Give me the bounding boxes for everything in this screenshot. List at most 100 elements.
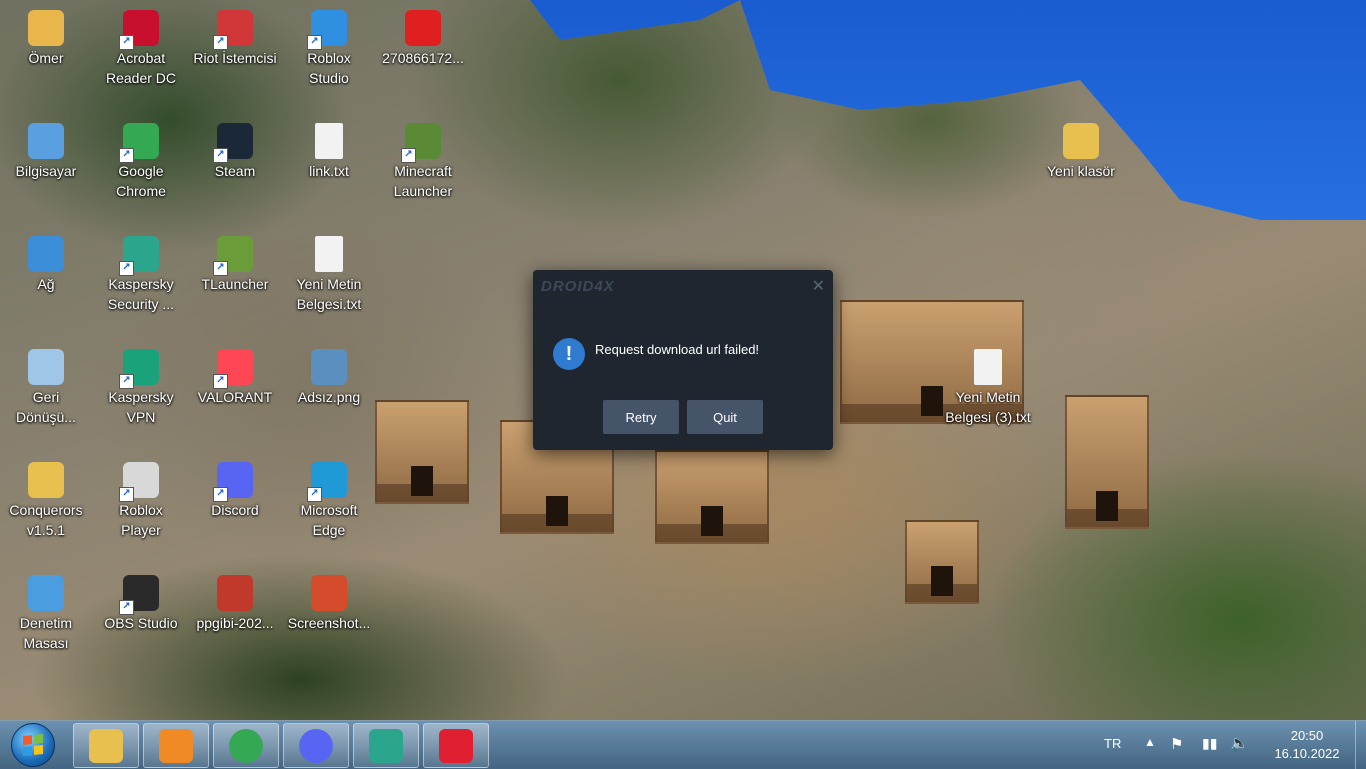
- desktop-icon-label: OBS Studio: [104, 615, 178, 631]
- desktop-icon[interactable]: ↗ Kaspersky VPN: [96, 343, 186, 427]
- desktop-icon[interactable]: Yeni klasör: [1036, 117, 1126, 181]
- desktop-icon[interactable]: ↗ Riot İstemcisi: [190, 4, 280, 68]
- minecraft-icon: ↗: [401, 123, 441, 163]
- image-file-icon: [311, 349, 347, 385]
- desktop-icon[interactable]: ↗ TLauncher: [190, 230, 280, 294]
- shortcut-arrow-icon: ↗: [213, 148, 228, 163]
- clock-time: 20:50: [1290, 728, 1324, 743]
- text-file-icon: [974, 349, 1002, 385]
- control-panel-icon: [28, 575, 64, 611]
- desktop-icon[interactable]: Geri Dönüşü...: [1, 343, 91, 427]
- desktop-icon[interactable]: Yeni Metin Belgesi (3).txt: [943, 343, 1033, 427]
- volume-icon[interactable]: 🔈: [1230, 734, 1249, 752]
- desktop-icon[interactable]: ↗ Acrobat Reader DC: [96, 4, 186, 88]
- clock-date: 16.10.2022: [1274, 746, 1340, 761]
- roblox-studio-icon: ↗: [307, 10, 347, 50]
- desktop-icon[interactable]: Yeni Metin Belgesi.txt: [284, 230, 374, 314]
- desktop-icon-label: VALORANT: [197, 389, 273, 405]
- desktop-icon[interactable]: Adsız.png: [284, 343, 374, 407]
- taskbar-button-kaspersky[interactable]: [353, 723, 419, 768]
- quit-button[interactable]: Quit: [687, 400, 763, 434]
- desktop-icon[interactable]: Ağ: [1, 230, 91, 294]
- droid4x-icon: [439, 728, 473, 763]
- desktop-icon-label: TLauncher: [201, 276, 269, 292]
- riot-client-icon: ↗: [213, 10, 253, 50]
- show-desktop-button[interactable]: [1355, 721, 1366, 769]
- desktop-icon[interactable]: Ömer: [1, 4, 91, 68]
- desktop-icon[interactable]: ↗ Discord: [190, 456, 280, 520]
- desktop-icon[interactable]: ↗ Roblox Studio: [284, 4, 374, 88]
- clock[interactable]: 20:50 16.10.2022: [1262, 727, 1352, 763]
- desktop-icon-label: Discord: [211, 502, 259, 518]
- image-file-icon: [311, 575, 347, 611]
- shortcut-arrow-icon: ↗: [119, 600, 134, 615]
- folder-icon: [28, 462, 64, 498]
- folder-icon: [1063, 123, 1099, 159]
- retry-button[interactable]: Retry: [603, 400, 679, 434]
- desktop-icon-label: 270866172...: [382, 50, 464, 66]
- desktop-icon[interactable]: ↗ Roblox Player: [96, 456, 186, 540]
- desktop-icon-label: Screenshot...: [287, 615, 371, 631]
- desktop-icon-label: Acrobat Reader DC: [105, 50, 177, 86]
- taskbar: TR ▲ ⚑ ▮▮ 🔈 20:50 16.10.2022: [0, 720, 1366, 769]
- shortcut-arrow-icon: ↗: [213, 374, 228, 389]
- desktop-icon-label: link.txt: [309, 163, 349, 179]
- desktop-icon-label: Kaspersky Security ...: [107, 276, 175, 312]
- wallpaper-tomb: [905, 520, 979, 604]
- taskbar-button-droid4x[interactable]: [423, 723, 489, 768]
- desktop-icon[interactable]: ppgibi-202...: [190, 569, 280, 633]
- close-icon[interactable]: ✕: [812, 276, 825, 296]
- desktop-icon-label: Minecraft Launcher: [393, 163, 453, 199]
- language-indicator[interactable]: TR: [1104, 736, 1121, 751]
- desktop-icon-label: Bilgisayar: [15, 163, 77, 179]
- error-dialog: DROID4X ✕ ! Request download url failed!…: [533, 270, 833, 450]
- steam-icon: ↗: [213, 123, 253, 163]
- chrome-icon: ↗: [119, 123, 159, 163]
- desktop-icon[interactable]: 270866172...: [378, 4, 468, 68]
- dialog-message: Request download url failed!: [595, 342, 760, 357]
- action-center-flag-icon[interactable]: ⚑: [1170, 735, 1183, 753]
- desktop-icon[interactable]: ↗ Google Chrome: [96, 117, 186, 201]
- edge-icon: ↗: [307, 462, 347, 502]
- shortcut-arrow-icon: ↗: [213, 35, 228, 50]
- tlauncher-icon: ↗: [213, 236, 253, 276]
- discord-icon: [299, 728, 333, 763]
- computer-icon: [28, 123, 64, 159]
- media-player-icon: [159, 728, 193, 763]
- desktop-icon[interactable]: ↗ VALORANT: [190, 343, 280, 407]
- windows-logo-icon: [11, 723, 55, 767]
- desktop-icon[interactable]: ↗ Microsoft Edge: [284, 456, 374, 540]
- desktop-icon-label: Ömer: [28, 50, 64, 66]
- desktop-icon[interactable]: ↗ Kaspersky Security ...: [96, 230, 186, 314]
- taskbar-button-chrome[interactable]: [213, 723, 279, 768]
- taskbar-button-media-player[interactable]: [143, 723, 209, 768]
- desktop-icon-label: Denetim Masası: [19, 615, 73, 651]
- file-explorer-icon: [89, 728, 123, 763]
- desktop-icon[interactable]: ↗ OBS Studio: [96, 569, 186, 633]
- image-file-icon: [217, 575, 253, 611]
- desktop-icon-label: Roblox Player: [119, 502, 163, 538]
- desktop-icon-label: ppgibi-202...: [196, 615, 274, 631]
- droid4x-logo: DROID4X: [541, 278, 615, 295]
- show-hidden-icons-icon[interactable]: ▲: [1144, 735, 1156, 749]
- desktop-icon[interactable]: Conquerors v1.5.1: [1, 456, 91, 540]
- desktop-icon[interactable]: link.txt: [284, 117, 374, 181]
- desktop-icon[interactable]: Bilgisayar: [1, 117, 91, 181]
- desktop-icon-label: Yeni klasör: [1047, 163, 1115, 179]
- shortcut-arrow-icon: ↗: [213, 487, 228, 502]
- desktop-icon[interactable]: ↗ Minecraft Launcher: [378, 117, 468, 201]
- desktop-icon[interactable]: ↗ Steam: [190, 117, 280, 181]
- start-button[interactable]: [6, 722, 60, 768]
- system-tray: TR ▲ ⚑ ▮▮ 🔈 20:50 16.10.2022: [1086, 721, 1366, 769]
- desktop-icon[interactable]: Screenshot...: [284, 569, 374, 633]
- shortcut-arrow-icon: ↗: [307, 487, 322, 502]
- recycle-bin-icon: [28, 349, 64, 385]
- taskbar-button-explorer[interactable]: [73, 723, 139, 768]
- desktop-icon[interactable]: Denetim Masası: [1, 569, 91, 653]
- wallpaper-tomb: [375, 400, 469, 504]
- text-file-icon: [315, 236, 343, 272]
- taskbar-button-discord[interactable]: [283, 723, 349, 768]
- desktop-icon-label: Google Chrome: [116, 163, 166, 199]
- network-signal-icon[interactable]: ▮▮: [1202, 735, 1217, 752]
- desktop-icon-label: Roblox Studio: [307, 50, 351, 86]
